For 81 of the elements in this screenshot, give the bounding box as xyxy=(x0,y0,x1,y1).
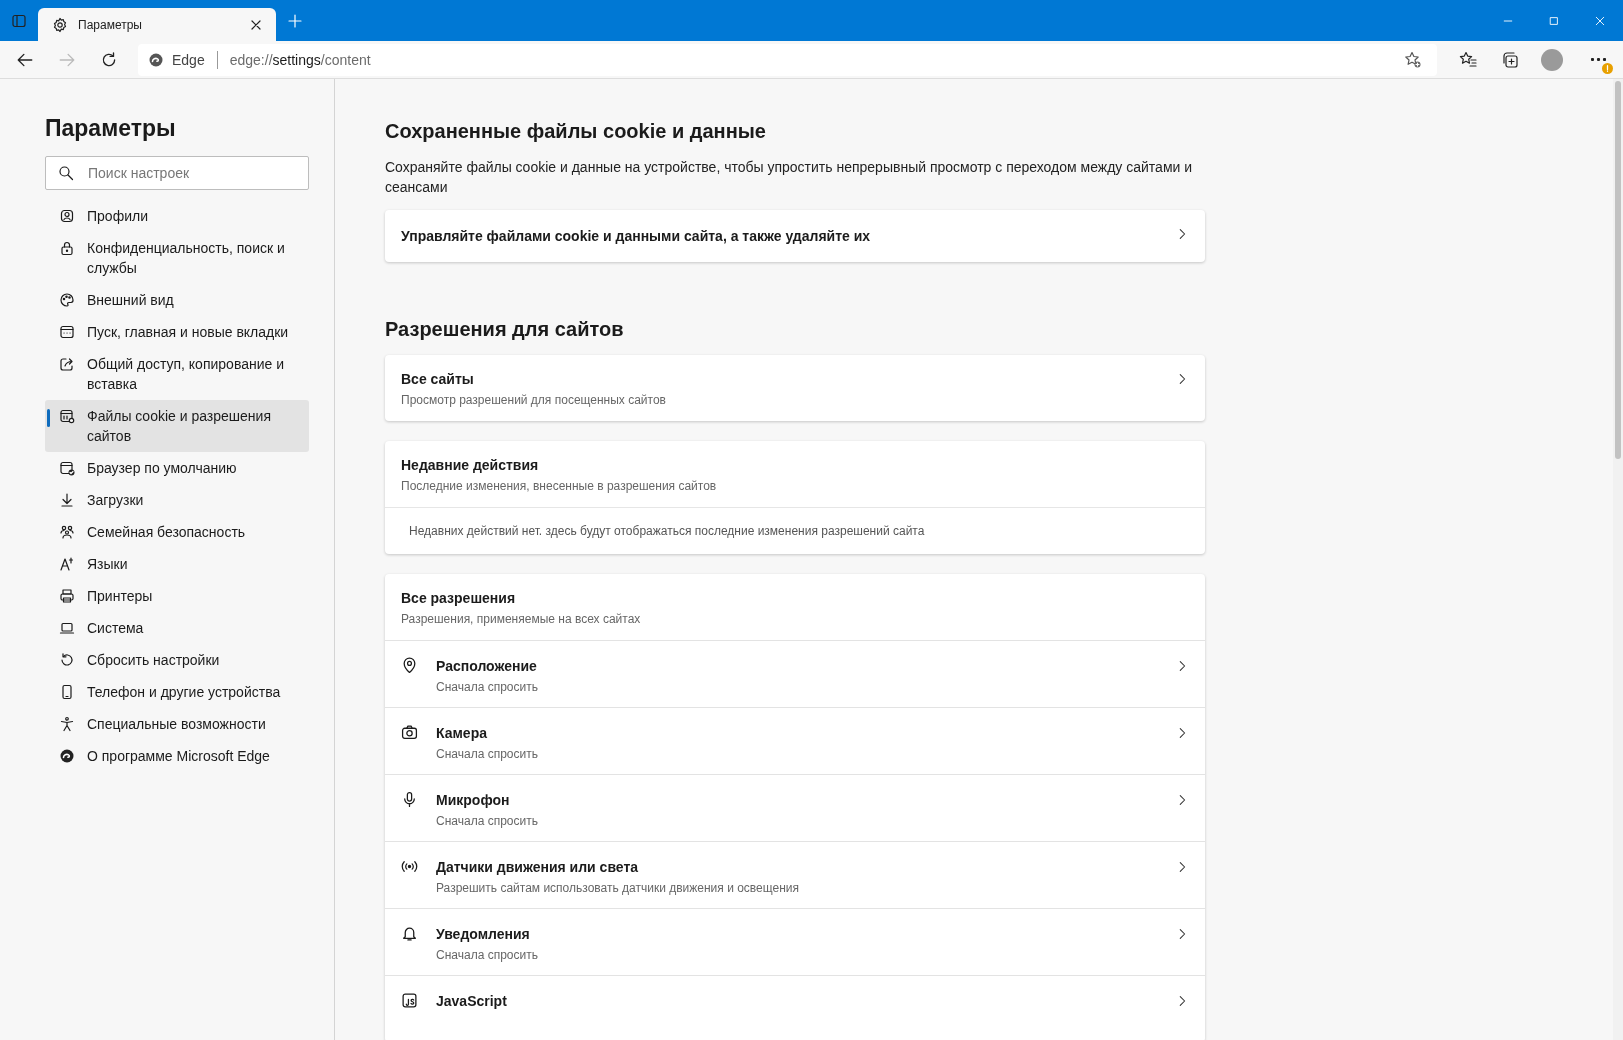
card-title: Все сайты xyxy=(401,370,475,389)
download-icon xyxy=(59,492,75,508)
laptop-icon xyxy=(59,620,75,636)
sidebar-title: Параметры xyxy=(45,115,177,142)
camera-icon xyxy=(401,724,418,741)
close-icon xyxy=(250,18,262,31)
new-tab-page-icon xyxy=(59,324,75,340)
sidebar-item[interactable]: Профили xyxy=(45,200,309,232)
sidebar-item[interactable]: О программе Microsoft Edge xyxy=(45,740,309,772)
sensor-icon xyxy=(401,858,418,875)
card-title: Недавние действия xyxy=(401,456,540,475)
sidebar-item[interactable]: Конфиденциальность, поиск и службы xyxy=(45,232,309,284)
search-field[interactable]: Поиск настроек xyxy=(45,156,309,190)
sidebar-item[interactable]: Файлы cookie и разрешения сайтов xyxy=(45,400,309,452)
javascript-icon xyxy=(401,992,418,1009)
scrollbar-thumb[interactable] xyxy=(1615,81,1621,459)
warning-badge-icon xyxy=(1602,62,1613,74)
card-subtitle: Просмотр разрешений для посещенных сайтов xyxy=(401,393,667,407)
card-subtitle: Разрешения, применяемые на всех сайтах xyxy=(401,612,642,626)
permission-row[interactable]: Уведомления Сначала спросить xyxy=(385,908,1205,975)
empty-state-text: Недавних действий нет. здесь будут отображаться последние изменения разрешений сайта xyxy=(409,524,925,538)
window-icon xyxy=(11,13,27,29)
reset-icon xyxy=(59,652,75,668)
settings-icon xyxy=(52,16,68,33)
sidebar-item[interactable]: Загрузки xyxy=(45,484,309,516)
sidebar-item[interactable]: Браузер по умолчанию xyxy=(45,452,309,484)
sidebar-item[interactable]: Пуск, главная и новые вкладки xyxy=(45,316,309,348)
address-bar[interactable]: Edge edge://settings/content xyxy=(138,43,1437,76)
maximize-icon xyxy=(1548,14,1560,27)
permission-row[interactable]: Датчики движения или света Разрешить сайтам использовать датчики движения и освещения xyxy=(385,841,1205,908)
card-title: Все разрешения xyxy=(401,589,517,608)
edge-logo-icon xyxy=(148,51,164,68)
star-list-icon xyxy=(1459,50,1477,69)
permission-row[interactable]: Расположение Сначала спросить xyxy=(385,640,1205,707)
search-icon xyxy=(58,165,74,181)
sidebar-item[interactable]: Телефон и другие устройства xyxy=(45,676,309,708)
languages-icon xyxy=(59,556,75,572)
section-description: Сохраняйте файлы cookie и данные на устройстве, чтобы упростить непрерывный просмотр с переходом между сайтами и сеансами xyxy=(385,158,1194,197)
printer-icon xyxy=(59,588,75,604)
permission-row[interactable]: Микрофон Сначала спросить xyxy=(385,774,1205,841)
sidebar-item[interactable]: Внешний вид xyxy=(45,284,309,316)
close-icon xyxy=(1594,14,1606,27)
card-subtitle: Последние изменения, внесенные в разрешения сайтов xyxy=(401,479,718,493)
url-text: edge://settings/content xyxy=(229,51,371,68)
plus-icon xyxy=(287,13,303,29)
palette-icon xyxy=(59,292,75,308)
sidebar-item[interactable]: Общий доступ, копирование и вставка xyxy=(45,348,309,400)
permission-row[interactable]: Камера Сначала спросить xyxy=(385,707,1205,774)
browser-check-icon xyxy=(59,460,75,476)
collections-icon xyxy=(1501,50,1519,69)
avatar-icon xyxy=(1541,48,1563,71)
cookie-settings-icon xyxy=(59,408,75,424)
sidebar-item[interactable]: Сбросить настройки xyxy=(45,644,309,676)
settings-link[interactable]: Все сайты Просмотр разрешений для посещенных сайтов xyxy=(385,355,1205,421)
sidebar-item[interactable]: Система xyxy=(45,612,309,644)
profile-icon xyxy=(59,208,75,224)
settings-link[interactable]: Управляйте файлами cookie и данными сайта, а также удаляйте их xyxy=(385,210,1205,262)
sidebar-item[interactable]: Языки xyxy=(45,548,309,580)
search-input[interactable]: Поиск настроек xyxy=(86,164,296,182)
section-heading: Разрешения для сайтов xyxy=(385,318,625,341)
sidebar-item[interactable]: Семейная безопасность xyxy=(45,516,309,548)
microphone-icon xyxy=(401,791,418,808)
sidebar-item[interactable]: Специальные возможности xyxy=(45,708,309,740)
browser-tab[interactable]: Параметры xyxy=(38,8,276,41)
bell-icon xyxy=(401,925,418,942)
site-label: Edge xyxy=(172,51,205,68)
edge-logo-icon xyxy=(59,748,75,764)
phone-icon xyxy=(59,684,75,700)
section-heading: Сохраненные файлы cookie и данные xyxy=(385,120,767,143)
tab-title: Параметры xyxy=(78,17,143,32)
location-pin-icon xyxy=(401,657,418,674)
share-icon xyxy=(59,356,75,372)
family-icon xyxy=(59,524,75,540)
accessibility-icon xyxy=(59,716,75,732)
star-plus-icon xyxy=(1404,50,1422,69)
refresh-icon xyxy=(100,50,118,69)
more-icon xyxy=(1590,58,1606,61)
sidebar-item[interactable]: Принтеры xyxy=(45,580,309,612)
lock-icon xyxy=(59,240,75,256)
permission-row[interactable]: JavaScript xyxy=(385,975,1205,1040)
card-title: Управляйте файлами cookie и данными сайта, а также удаляйте их xyxy=(401,227,872,246)
